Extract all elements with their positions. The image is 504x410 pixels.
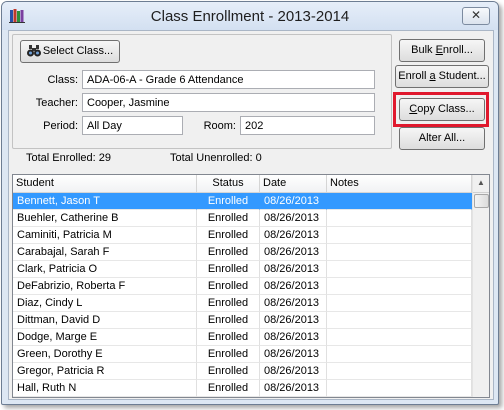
cell-notes (327, 346, 472, 363)
table-row[interactable]: Dodge, Marge E Enrolled 08/26/2013 (13, 329, 472, 346)
column-header-notes[interactable]: Notes (327, 175, 472, 192)
cell-date: 08/26/2013 (260, 227, 327, 244)
cell-status: Enrolled (197, 295, 260, 312)
cell-date: 08/26/2013 (260, 363, 327, 380)
enroll-student-label-pre: Enroll (398, 70, 430, 82)
table-row[interactable]: Gregor, Patricia R Enrolled 08/26/2013 (13, 363, 472, 380)
close-button[interactable]: ✕ (462, 7, 490, 25)
cell-status: Enrolled (197, 278, 260, 295)
cell-status: Enrolled (197, 380, 260, 397)
cell-student: Dittman, David D (13, 312, 197, 329)
column-header-student[interactable]: Student (13, 175, 197, 192)
table-row[interactable]: Caminiti, Patricia M Enrolled 08/26/2013 (13, 227, 472, 244)
cell-student: DeFabrizio, Roberta F (13, 278, 197, 295)
cell-date: 08/26/2013 (260, 244, 327, 261)
cell-student: Caminiti, Patricia M (13, 227, 197, 244)
room-field[interactable]: 202 (240, 116, 375, 135)
title-bar: Class Enrollment - 2013-2014 ✕ (2, 2, 498, 30)
total-enrolled: Total Enrolled: 29 (26, 152, 111, 164)
cell-notes (327, 210, 472, 227)
column-header-status[interactable]: Status (197, 175, 260, 192)
select-class-button[interactable]: Select Class... (20, 40, 120, 63)
cell-notes (327, 312, 472, 329)
close-icon: ✕ (470, 8, 482, 22)
cell-status: Enrolled (197, 312, 260, 329)
bulk-enroll-label-pre: Bulk (411, 44, 436, 56)
enrollment-table: Student Status Date Notes Bennett, Jason… (12, 174, 490, 398)
cell-notes (327, 261, 472, 278)
bulk-enroll-button[interactable]: Bulk Enroll... (399, 39, 485, 62)
scroll-up-arrow-icon[interactable]: ▲ (473, 175, 489, 193)
cell-notes (327, 295, 472, 312)
table-row[interactable]: Clark, Patricia O Enrolled 08/26/2013 (13, 261, 472, 278)
table-row[interactable]: Diaz, Cindy L Enrolled 08/26/2013 (13, 295, 472, 312)
table-row[interactable]: Green, Dorothy E Enrolled 08/26/2013 (13, 346, 472, 363)
table-row[interactable]: Bennett, Jason T Enrolled 08/26/2013 (13, 193, 472, 210)
alter-all-label: Alter All... (418, 132, 466, 144)
cell-status: Enrolled (197, 261, 260, 278)
copy-class-highlight (393, 92, 489, 127)
cell-student: Gregor, Patricia R (13, 363, 197, 380)
period-label: Period: (43, 120, 78, 132)
cell-date: 08/26/2013 (260, 261, 327, 278)
cell-date: 08/26/2013 (260, 295, 327, 312)
enroll-student-label-post: Student... (435, 70, 486, 82)
cell-notes (327, 380, 472, 397)
cell-student: Buehler, Catherine B (13, 210, 197, 227)
table-row[interactable]: DeFabrizio, Roberta F Enrolled 08/26/2013 (13, 278, 472, 295)
cell-notes (327, 193, 472, 210)
class-enrollment-window: Class Enrollment - 2013-2014 ✕ Select Cl… (1, 1, 499, 405)
cell-date: 08/26/2013 (260, 193, 327, 210)
cell-student: Clark, Patricia O (13, 261, 197, 278)
select-class-label: Select Class... (42, 45, 114, 57)
room-label: Room: (203, 120, 236, 132)
cell-student: Green, Dorothy E (13, 346, 197, 363)
cell-status: Enrolled (197, 210, 260, 227)
cell-date: 08/26/2013 (260, 329, 327, 346)
cell-notes (327, 227, 472, 244)
cell-status: Enrolled (197, 227, 260, 244)
teacher-field[interactable]: Cooper, Jasmine (82, 93, 375, 112)
cell-status: Enrolled (197, 244, 260, 261)
class-label: Class: (47, 74, 78, 86)
cell-notes (327, 363, 472, 380)
cell-notes (327, 329, 472, 346)
vertical-scrollbar[interactable]: ▲ (472, 175, 489, 397)
cell-date: 08/26/2013 (260, 346, 327, 363)
cell-student: Carabajal, Sarah F (13, 244, 197, 261)
cell-date: 08/26/2013 (260, 380, 327, 397)
table-row[interactable]: Buehler, Catherine B Enrolled 08/26/2013 (13, 210, 472, 227)
table-row[interactable]: Hall, Ruth N Enrolled 08/26/2013 (13, 380, 472, 397)
cell-notes (327, 278, 472, 295)
cell-student: Hall, Ruth N (13, 380, 197, 397)
column-header-date[interactable]: Date (260, 175, 327, 192)
window-title: Class Enrollment - 2013-2014 (150, 8, 350, 25)
dialog-body: Select Class... Class: ADA-06-A - Grade … (8, 30, 494, 400)
alter-all-button[interactable]: Alter All... (399, 127, 485, 150)
cell-student: Diaz, Cindy L (13, 295, 197, 312)
cell-notes (327, 244, 472, 261)
period-field[interactable]: All Day (82, 116, 183, 135)
cell-student: Dodge, Marge E (13, 329, 197, 346)
bulk-enroll-accel: E (435, 44, 443, 56)
cell-date: 08/26/2013 (260, 312, 327, 329)
class-info-group: Select Class... Class: ADA-06-A - Grade … (12, 34, 392, 149)
binoculars-icon (26, 45, 41, 57)
teacher-label: Teacher: (35, 97, 78, 109)
bulk-enroll-label-post: nroll... (442, 44, 473, 56)
cell-date: 08/26/2013 (260, 278, 327, 295)
cell-status: Enrolled (197, 346, 260, 363)
class-field[interactable]: ADA-06-A - Grade 6 Attendance (82, 70, 375, 89)
cell-status: Enrolled (197, 363, 260, 380)
enroll-student-button[interactable]: Enroll a Student... (395, 65, 489, 88)
table-header: Student Status Date Notes (13, 175, 472, 193)
cell-date: 08/26/2013 (260, 210, 327, 227)
total-unenrolled: Total Unenrolled: 0 (170, 152, 262, 164)
cell-status: Enrolled (197, 193, 260, 210)
scroll-thumb[interactable] (474, 194, 489, 208)
table-row[interactable]: Carabajal, Sarah F Enrolled 08/26/2013 (13, 244, 472, 261)
cell-status: Enrolled (197, 329, 260, 346)
table-row[interactable]: Dittman, David D Enrolled 08/26/2013 (13, 312, 472, 329)
cell-student: Bennett, Jason T (13, 193, 197, 210)
